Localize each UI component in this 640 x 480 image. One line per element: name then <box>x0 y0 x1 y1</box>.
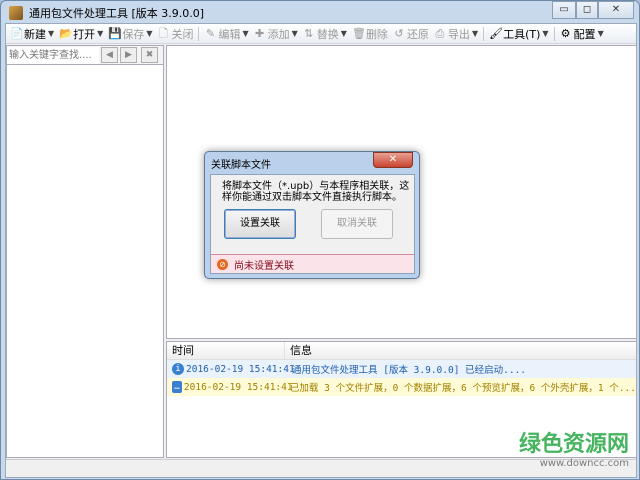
toolbar-label: 添加 <box>267 27 290 41</box>
next-icon[interactable]: ▶ <box>120 47 137 63</box>
dialog-status: ⊘ 尚未设置关联 <box>211 254 414 273</box>
chevron-down-icon[interactable]: ▼ <box>292 29 298 38</box>
toolbar-button-7[interactable]: 🗑 删除 <box>352 26 388 42</box>
chevron-down-icon[interactable]: ▼ <box>472 29 478 38</box>
chevron-down-icon[interactable]: ▼ <box>542 29 548 38</box>
toolbar-button-3[interactable]: 🗋 关闭 <box>157 26 193 42</box>
tool-icon: 🖌 <box>489 26 504 40</box>
maximize-button[interactable]: ◻ <box>576 1 598 19</box>
column-time[interactable]: 时间 <box>167 342 285 359</box>
replace-icon: ⇅ <box>304 26 314 40</box>
toolbar-separator <box>483 26 485 41</box>
restore-icon: ↺ <box>394 26 404 40</box>
window-title: 通用包文件处理工具 [版本 3.9.0.0] <box>29 7 205 20</box>
toolbar-button-6[interactable]: ⇅ 替换 ▼ <box>303 26 347 42</box>
chevron-down-icon[interactable]: ▼ <box>146 29 152 38</box>
column-message[interactable]: 信息 <box>285 342 312 359</box>
toolbar-button-2[interactable]: 💾 保存 ▼ <box>108 26 152 42</box>
close-button[interactable]: ✕ <box>598 1 634 19</box>
chevron-down-icon[interactable]: ▼ <box>97 29 103 38</box>
toolbar-label: 删除 <box>365 27 388 41</box>
save-icon: 💾 <box>108 26 123 40</box>
minimize-button[interactable]: ▭ <box>552 1 576 19</box>
app-icon <box>9 6 23 20</box>
toolbar-label: 还原 <box>406 27 429 41</box>
warning-icon: ⊘ <box>217 258 228 270</box>
watermark: 绿色资源网 www.downcc.com <box>518 432 629 469</box>
log-message: 通用包文件处理工具 [版本 3.9.0.0] 已经启动.... <box>292 365 527 376</box>
message-icon: … <box>172 381 182 393</box>
chevron-down-icon[interactable]: ▼ <box>48 29 54 38</box>
info-icon: i <box>172 363 184 375</box>
toolbar-button-9[interactable]: ⎙ 导出 ▼ <box>434 26 479 42</box>
dialog-close-button[interactable]: ✕ <box>373 152 413 168</box>
toolbar-button-11[interactable]: ⚙ 配置 ▼ <box>560 26 604 42</box>
dialog-body: 将脚本文件（*.upb）与本程序相关联，这样你能通过双击脚本文件直接执行脚本。 … <box>210 174 415 274</box>
set-association-button[interactable]: 设置关联 <box>224 209 296 239</box>
new-file-icon: 📄 <box>10 26 24 40</box>
chevron-down-icon[interactable]: ▼ <box>598 29 604 38</box>
toolbar-separator <box>198 26 200 41</box>
search-input[interactable] <box>7 46 99 64</box>
toolbar-button-5[interactable]: ✚ 添加 ▼ <box>254 26 298 42</box>
dialog-status-text: 尚未设置关联 <box>234 260 294 272</box>
cancel-association-button[interactable]: 取消关联 <box>321 209 393 239</box>
plus-icon: ✚ <box>255 26 265 40</box>
file-tree-panel: ◀ ▶ ✖ <box>6 45 164 458</box>
title-bar: 通用包文件处理工具 [版本 3.9.0.0] <box>9 5 204 21</box>
toolbar: 📄 新建 ▼ 📂 打开 ▼ 💾 保存 ▼ 🗋 关闭 ✎ 编辑 ▼ ✚ 添加 ▼ ⇅ 替换 ▼ 🗑 删除 ↺ 还原 ⎙ 导出 ▼ 🖌 工具… <box>6 24 636 44</box>
toolbar-button-10[interactable]: 🖌 工具(T) ▼ <box>489 26 548 42</box>
main-window: 通用包文件处理工具 [版本 3.9.0.0] ▭ ◻ ✕ 📄 新建 ▼ 📂 打开 ▼ 💾 保存… <box>0 0 640 480</box>
gear-icon: ⚙ <box>560 26 571 40</box>
prev-icon[interactable]: ◀ <box>101 47 118 63</box>
toolbar-button-0[interactable]: 📄 新建 ▼ <box>10 26 54 42</box>
toolbar-label: 关闭 <box>171 27 194 41</box>
toolbar-label: 打开 <box>73 27 96 41</box>
toolbar-button-8[interactable]: ↺ 还原 <box>393 26 429 42</box>
pencil-icon: ✎ <box>205 26 216 40</box>
dialog-title: 关联脚本文件 <box>211 160 271 171</box>
toolbar-label: 编辑 <box>218 27 241 41</box>
log-row[interactable]: … 2016-02-19 15:41:41 已加载 3 个文件扩展，0 个数据扩展，… <box>167 378 636 396</box>
toolbar-button-4[interactable]: ✎ 编辑 ▼ <box>204 26 249 42</box>
search-bar: ◀ ▶ ✖ <box>7 46 163 65</box>
log-time: 2016-02-19 15:41:41 <box>183 381 293 393</box>
toolbar-label: 配置 <box>573 27 596 41</box>
export-icon: ⎙ <box>435 26 445 40</box>
toolbar-label: 保存 <box>122 27 145 41</box>
log-row[interactable]: i 2016-02-19 15:41:41 通用包文件处理工具 [版本 3.9.0.… <box>167 360 636 378</box>
log-header: 时间 信息 <box>167 342 636 360</box>
chevron-down-icon[interactable]: ▼ <box>341 29 347 38</box>
clear-icon[interactable]: ✖ <box>141 47 158 63</box>
delete-icon: 🗑 <box>351 26 366 40</box>
dialog-message: 将脚本文件（*.upb）与本程序相关联，这样你能通过双击脚本文件直接执行脚本。 <box>222 181 410 203</box>
toolbar-separator <box>553 26 555 41</box>
folder-open-icon: 📂 <box>59 26 73 40</box>
associate-script-dialog: 关联脚本文件 ✕ 将脚本文件（*.upb）与本程序相关联，这样你能通过双击脚本文… <box>204 151 420 279</box>
toolbar-label: 导出 <box>447 27 470 41</box>
log-message: 已加载 3 个文件扩展，0 个数据扩展，6 个预览扩展，6 个外壳扩展，1 个.… <box>289 383 636 394</box>
log-time: 2016-02-19 15:41:41 <box>186 363 295 375</box>
chevron-down-icon[interactable]: ▼ <box>242 29 248 38</box>
toolbar-label: 新建 <box>24 27 46 41</box>
toolbar-label: 工具(T) <box>503 27 541 41</box>
close-file-icon: 🗋 <box>159 26 168 40</box>
toolbar-button-1[interactable]: 📂 打开 ▼ <box>59 26 103 42</box>
toolbar-label: 替换 <box>316 27 339 41</box>
